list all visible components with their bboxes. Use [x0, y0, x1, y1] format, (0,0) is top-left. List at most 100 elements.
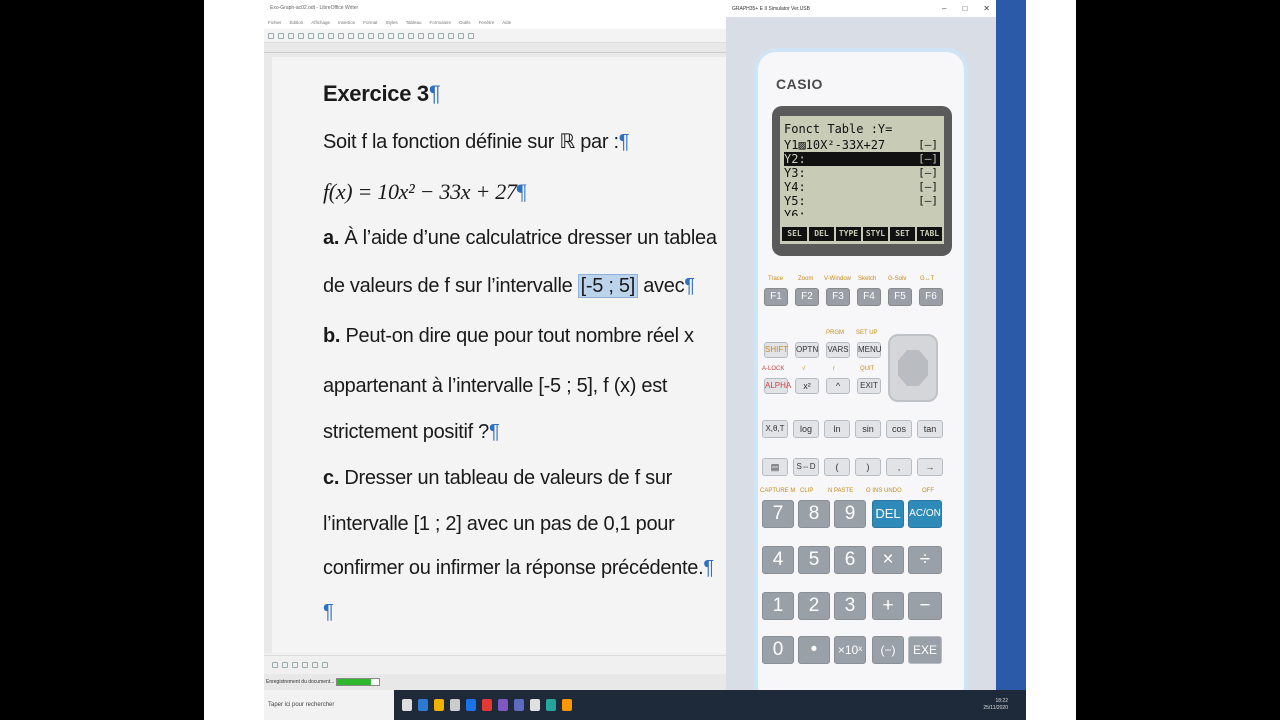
power-key[interactable]: ^ — [826, 378, 850, 394]
key-8[interactable]: 8 — [798, 500, 830, 528]
key-0[interactable]: 0 — [762, 636, 794, 664]
arrow-tool-icon[interactable] — [322, 661, 328, 668]
select-tool-icon[interactable] — [272, 661, 278, 668]
divide-key[interactable]: ÷ — [908, 546, 942, 574]
f3-key[interactable]: F3 — [826, 288, 850, 306]
hyperlink-icon[interactable] — [448, 32, 454, 39]
textbox-icon[interactable] — [428, 32, 434, 39]
key-1[interactable]: 1 — [762, 592, 794, 620]
calc-minimize-icon[interactable]: – — [942, 4, 946, 13]
fraction-key[interactable]: ▤ — [762, 458, 788, 476]
f2-key[interactable]: F2 — [795, 288, 819, 306]
shapes-tool-icon[interactable] — [312, 661, 318, 668]
undo-icon[interactable] — [348, 32, 354, 39]
formatting-marks-icon[interactable] — [388, 32, 394, 39]
copy-icon[interactable] — [328, 32, 334, 39]
rect-tool-icon[interactable] — [292, 661, 298, 668]
key-6[interactable]: 6 — [834, 546, 866, 574]
ln-key[interactable]: ln — [824, 420, 850, 438]
optn-key[interactable]: OPTN — [795, 342, 819, 358]
decimal-key[interactable]: • — [798, 636, 830, 664]
log-key[interactable]: log — [793, 420, 819, 438]
exit-key[interactable]: EXIT — [857, 378, 881, 394]
find-icon[interactable] — [368, 32, 374, 39]
task-view-icon[interactable] — [402, 699, 412, 711]
cut-icon[interactable] — [318, 32, 324, 39]
redo-icon[interactable] — [358, 32, 364, 39]
f4-key[interactable]: F4 — [857, 288, 881, 306]
text-selection[interactable]: [-5 ; 5] — [577, 274, 638, 298]
sd-key[interactable]: S⇔D — [793, 458, 819, 476]
line-tool-icon[interactable] — [282, 661, 288, 668]
close-paren-key[interactable]: ) — [855, 458, 881, 476]
special-char-icon[interactable] — [438, 32, 444, 39]
f5-key[interactable]: F5 — [888, 288, 912, 306]
direction-pad[interactable] — [888, 334, 938, 402]
store-icon[interactable] — [450, 699, 460, 711]
menu-edition[interactable]: Édition — [290, 20, 304, 25]
store-arrow-key[interactable]: → — [917, 458, 943, 476]
edge-icon[interactable] — [418, 699, 428, 711]
menu-tableau[interactable]: Tableau — [406, 20, 422, 25]
key-2[interactable]: 2 — [798, 592, 830, 620]
notepad-icon[interactable] — [530, 699, 540, 711]
minus-key[interactable]: − — [908, 592, 942, 620]
file-explorer-icon[interactable] — [434, 699, 444, 711]
del-key[interactable]: DEL — [872, 500, 904, 528]
writer-task-icon[interactable] — [514, 699, 524, 711]
plus-key[interactable]: + — [872, 592, 904, 620]
menu-format[interactable]: Format — [363, 20, 377, 25]
open-paren-key[interactable]: ( — [824, 458, 850, 476]
key-9[interactable]: 9 — [834, 500, 866, 528]
menu-styles[interactable]: Styles — [386, 20, 398, 25]
open-icon[interactable] — [278, 32, 284, 39]
menu-formulaire[interactable]: Formulaire — [430, 20, 452, 25]
vlc-icon[interactable] — [562, 699, 572, 711]
ellipse-tool-icon[interactable] — [302, 661, 308, 668]
calc-maximize-icon[interactable]: □ — [962, 4, 967, 13]
spellcheck-icon[interactable] — [378, 32, 384, 39]
menu-insertion[interactable]: Insertion — [338, 20, 355, 25]
save-icon[interactable] — [288, 32, 294, 39]
vars-key[interactable]: VARS — [826, 342, 850, 358]
taskbar-search[interactable]: Taper ici pour rechercher — [264, 690, 394, 720]
comment-icon[interactable] — [458, 32, 464, 39]
key-5[interactable]: 5 — [798, 546, 830, 574]
menu-outils[interactable]: Outils — [459, 20, 471, 25]
key-3[interactable]: 3 — [834, 592, 866, 620]
f1-key[interactable]: F1 — [764, 288, 788, 306]
comma-key[interactable]: , — [886, 458, 912, 476]
chrome-icon[interactable] — [466, 699, 476, 711]
alpha-key[interactable]: ALPHA — [764, 378, 791, 394]
menu-fenetre[interactable]: Fenêtre — [479, 20, 495, 25]
new-doc-icon[interactable] — [268, 32, 274, 39]
print-icon[interactable] — [308, 32, 314, 39]
export-pdf-icon[interactable] — [298, 32, 304, 39]
taskbar-clock[interactable]: 18:22 25/11/2020 — [983, 698, 1026, 712]
calc-sim-icon[interactable] — [546, 699, 556, 711]
cos-key[interactable]: cos — [886, 420, 912, 438]
key-7[interactable]: 7 — [762, 500, 794, 528]
exp-key[interactable]: ×10ˣ — [834, 636, 866, 664]
paste-icon[interactable] — [338, 32, 344, 39]
f6-key[interactable]: F6 — [919, 288, 943, 306]
square-key[interactable]: x² — [795, 378, 819, 394]
tan-key[interactable]: tan — [917, 420, 943, 438]
menu-fichier[interactable]: Fichier — [268, 20, 282, 25]
menu-affichage[interactable]: Affichage — [311, 20, 330, 25]
xthetat-key[interactable]: X,θ,T — [762, 420, 788, 438]
menu-key[interactable]: MENU — [857, 342, 882, 358]
menu-aide[interactable]: Aide — [502, 20, 511, 25]
multiply-key[interactable]: × — [872, 546, 904, 574]
ac-on-key[interactable]: AC/ON — [908, 500, 942, 528]
shift-key[interactable]: SHIFT — [764, 342, 788, 358]
sin-key[interactable]: sin — [855, 420, 881, 438]
chart-icon[interactable] — [418, 32, 424, 39]
key-4[interactable]: 4 — [762, 546, 794, 574]
image-icon[interactable] — [408, 32, 414, 39]
acrobat-icon[interactable] — [482, 699, 492, 711]
table-icon[interactable] — [398, 32, 404, 39]
draw-icon[interactable] — [468, 32, 474, 39]
exe-key[interactable]: EXE — [908, 636, 942, 664]
app-icon[interactable] — [498, 699, 508, 711]
